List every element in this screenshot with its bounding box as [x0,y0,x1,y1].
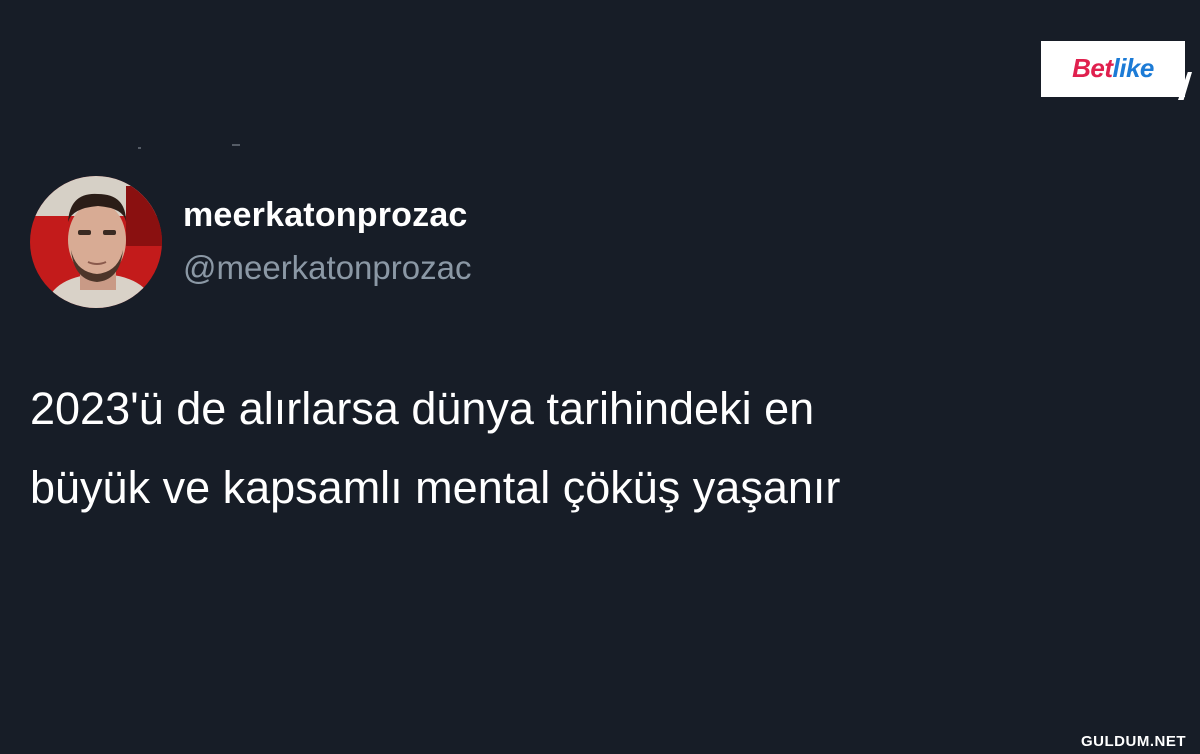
user-handle[interactable]: @meerkatonprozac [183,249,471,287]
tweet-text-line: 2023'ü de alırlarsa dünya tarihindeki en [30,383,815,434]
artifact-dot [138,147,141,149]
avatar[interactable] [30,176,162,308]
betlike-logo: Betlike [1041,41,1185,97]
profile-photo [30,176,162,308]
tweet-text-line: büyük ve kapsamlı mental çöküş yaşanır [30,462,841,513]
betlike-logo-text: Betlike [1072,53,1154,83]
artifact-dot [232,144,240,146]
display-name[interactable]: meerkatonprozac [183,196,468,235]
tweet-text: 2023'ü de alırlarsa dünya tarihindeki en… [30,369,1130,527]
site-watermark: GULDUM.NET [1081,733,1186,750]
